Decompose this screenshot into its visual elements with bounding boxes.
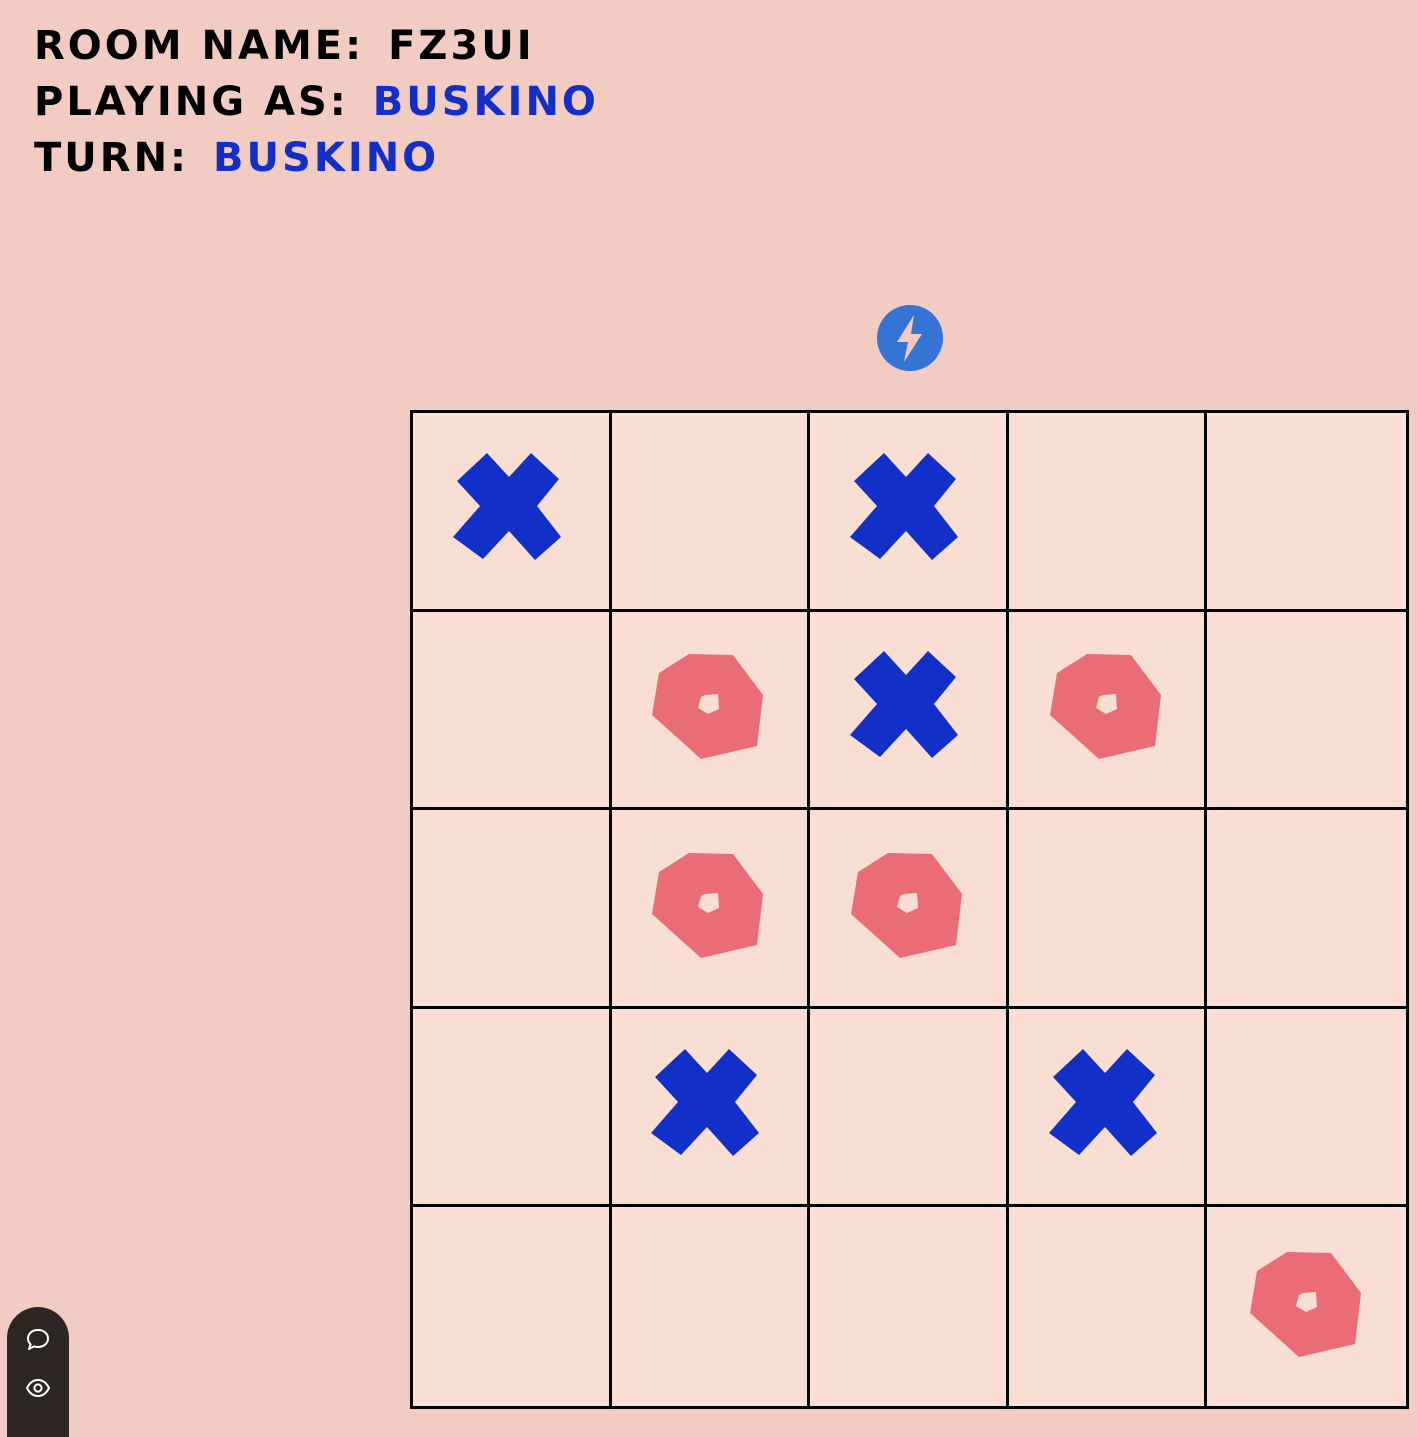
turn-value: BUSKINO	[213, 135, 440, 181]
board-cell-4-2[interactable]	[810, 1207, 1009, 1406]
board-cell-0-0[interactable]	[413, 413, 612, 612]
board-cell-2-4[interactable]	[1207, 810, 1406, 1009]
x-mark	[849, 452, 958, 560]
board-cell-0-2[interactable]	[810, 413, 1009, 612]
chat-icon	[27, 1329, 49, 1350]
x-mark	[849, 651, 958, 759]
board-cell-2-0[interactable]	[413, 810, 612, 1009]
o-mark	[850, 852, 962, 958]
board-cell-3-3[interactable]	[1008, 1008, 1208, 1208]
chat-button[interactable]	[21, 1323, 55, 1357]
o-mark	[1249, 1251, 1361, 1357]
board-cell-4-3[interactable]	[1009, 1207, 1208, 1406]
watch-button[interactable]	[21, 1371, 55, 1405]
lightning-bolt-icon[interactable]	[877, 305, 943, 371]
board-cell-3-4[interactable]	[1207, 1009, 1406, 1208]
board-cell-1-2[interactable]	[810, 611, 1009, 811]
board-cell-0-3[interactable]	[1008, 413, 1208, 612]
board-cell-4-4[interactable]	[1207, 1207, 1406, 1406]
room-name-value: FZ3UI	[388, 23, 535, 69]
o-mark	[1049, 654, 1161, 760]
eye-icon	[26, 1379, 50, 1397]
turn-line: Turn: BUSKINO	[34, 130, 599, 186]
playing-as-line: Playing as: BUSKINO	[34, 74, 599, 130]
x-mark	[452, 452, 561, 560]
x-mark	[651, 1048, 760, 1156]
x-mark	[1048, 1048, 1157, 1156]
board-cell-1-4[interactable]	[1207, 612, 1406, 811]
o-mark	[652, 654, 764, 760]
board-cell-2-1[interactable]	[611, 810, 811, 1009]
board-cell-3-2[interactable]	[810, 1008, 1009, 1208]
game-board	[410, 410, 1409, 1409]
board-cell-4-0[interactable]	[413, 1207, 612, 1406]
board-cell-2-3[interactable]	[1008, 810, 1208, 1009]
board-cell-0-1[interactable]	[611, 413, 811, 612]
turn-label: Turn:	[34, 135, 190, 181]
board-cell-1-3[interactable]	[1008, 611, 1208, 811]
room-name-label: Room Name:	[34, 23, 365, 69]
board-cell-4-1[interactable]	[612, 1207, 811, 1406]
board-cell-3-0[interactable]	[413, 1008, 612, 1208]
o-mark	[652, 852, 764, 958]
board-cell-0-4[interactable]	[1207, 413, 1406, 612]
room-name-line: Room Name: FZ3UI	[34, 18, 599, 74]
side-dock	[7, 1307, 69, 1437]
board-cell-3-1[interactable]	[611, 1008, 811, 1208]
board-cell-2-2[interactable]	[810, 810, 1009, 1009]
board-cell-1-1[interactable]	[611, 611, 811, 811]
game-info: Room Name: FZ3UI Playing as: BUSKINO Tur…	[34, 18, 599, 186]
board-cell-1-0[interactable]	[413, 611, 612, 811]
playing-as-label: Playing as:	[34, 79, 349, 125]
playing-as-value: BUSKINO	[372, 79, 599, 125]
